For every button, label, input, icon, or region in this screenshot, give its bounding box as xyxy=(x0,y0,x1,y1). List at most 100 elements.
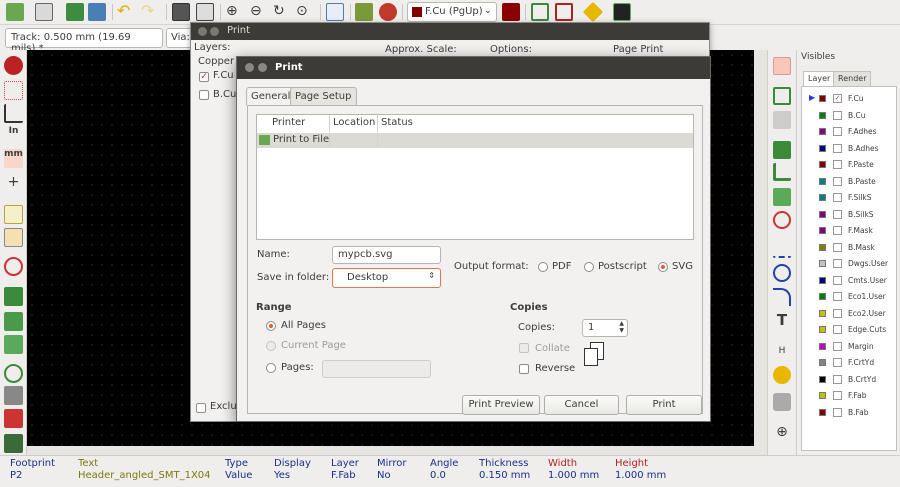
layer-color-swatch[interactable] xyxy=(819,194,826,201)
layer-color-swatch[interactable] xyxy=(819,276,826,284)
all-pages-radio[interactable] xyxy=(266,321,276,331)
auto-delete-tracks-icon[interactable] xyxy=(4,257,23,276)
close-icon[interactable] xyxy=(245,63,254,72)
drc-icon[interactable] xyxy=(379,3,397,21)
layer-row[interactable]: Dwgs.User xyxy=(802,256,898,272)
column-header-printer[interactable]: Printer xyxy=(272,117,305,128)
local-ratsnest-icon[interactable] xyxy=(773,111,791,129)
layer-color-swatch[interactable] xyxy=(819,144,826,152)
warning-icon[interactable] xyxy=(582,1,604,23)
layer-visibility-checkbox[interactable] xyxy=(833,292,842,301)
zoom-fit-icon[interactable]: ⊙ xyxy=(296,3,314,21)
set-origin-icon[interactable]: ⊕ xyxy=(773,423,791,441)
active-layer-select[interactable]: F.Cu (PgUp) ⌄ xyxy=(407,2,497,22)
redraw-icon[interactable]: ↻ xyxy=(273,3,291,21)
layer-visibility-checkbox[interactable] xyxy=(833,308,842,318)
netlist-icon[interactable] xyxy=(355,3,373,21)
layer-color-swatch[interactable] xyxy=(819,309,826,317)
layer-row[interactable]: Eco1.User xyxy=(802,289,898,305)
layer-color-swatch[interactable] xyxy=(819,227,826,234)
spinner-arrows-icon[interactable]: ▲ ▼ xyxy=(619,320,624,334)
tab-render[interactable]: Render xyxy=(833,71,872,86)
layer-visibility-checkbox[interactable] xyxy=(833,374,842,384)
tab-layer[interactable]: Layer xyxy=(803,71,836,86)
save-icon[interactable] xyxy=(6,3,24,21)
grid-icon[interactable] xyxy=(531,3,549,21)
file-name-input[interactable]: mypcb.svg xyxy=(332,246,441,264)
layer-row[interactable]: F.Paste xyxy=(802,157,898,173)
zones-outline-icon[interactable] xyxy=(4,335,23,354)
auto-route-icon[interactable] xyxy=(502,3,520,21)
add-target-icon[interactable] xyxy=(773,366,791,384)
print-preview-button[interactable]: Print Preview xyxy=(462,395,540,415)
cancel-button[interactable]: Cancel xyxy=(544,395,619,415)
layer-color-swatch[interactable] xyxy=(819,375,826,383)
layer-visibility-checkbox[interactable] xyxy=(833,242,842,252)
layer-visibility-checkbox[interactable] xyxy=(833,407,842,417)
zoom-out-icon[interactable]: ⊖ xyxy=(250,3,268,21)
layer-color-swatch[interactable] xyxy=(819,177,826,185)
layer-fcu-checkbox[interactable]: ✓ xyxy=(199,72,209,82)
layer-row[interactable]: Margin xyxy=(802,339,898,355)
cursor-shape-icon[interactable]: + xyxy=(4,173,23,192)
layer-visibility-checkbox[interactable] xyxy=(833,391,842,400)
module-ratsnest-icon[interactable] xyxy=(4,228,23,247)
footprint-editor-icon[interactable] xyxy=(66,3,84,21)
page-settings-icon[interactable] xyxy=(35,3,53,21)
layer-row[interactable]: B.Cu xyxy=(802,108,898,124)
layer-row[interactable]: B.CrtYd xyxy=(802,372,898,388)
format-postscript-radio[interactable] xyxy=(584,262,594,272)
add-zone-icon[interactable] xyxy=(773,188,791,206)
polar-coords-icon[interactable] xyxy=(4,104,23,123)
layer-row[interactable]: F.Adhes xyxy=(802,124,898,140)
layer-color-swatch[interactable] xyxy=(819,392,826,399)
layer-visibility-checkbox[interactable] xyxy=(833,341,842,351)
undo-icon[interactable]: ↶ xyxy=(117,3,135,21)
layer-row[interactable]: F.CrtYd xyxy=(802,355,898,371)
add-graphic-line-icon[interactable] xyxy=(773,240,791,258)
delete-icon[interactable] xyxy=(773,393,791,411)
layer-bcu-checkbox[interactable] xyxy=(199,90,209,100)
layer-row[interactable]: B.Mask xyxy=(802,240,898,256)
layer-visibility-checkbox[interactable] xyxy=(833,226,842,235)
table-row[interactable]: Print to File xyxy=(257,133,693,148)
add-footprint-icon[interactable] xyxy=(773,141,791,159)
layer-visibility-checkbox[interactable] xyxy=(833,358,842,367)
layer-visibility-checkbox[interactable] xyxy=(833,127,842,136)
layer-visibility-checkbox[interactable] xyxy=(833,193,842,202)
layer-color-swatch[interactable] xyxy=(819,95,826,102)
layer-row[interactable]: Edge.Cuts xyxy=(802,322,898,338)
find-icon[interactable] xyxy=(326,3,344,21)
layer-color-swatch[interactable] xyxy=(819,161,826,168)
layer-visibility-checkbox[interactable]: ✓ xyxy=(833,94,842,103)
tracks-sketch-icon[interactable] xyxy=(4,409,23,428)
layer-color-swatch[interactable] xyxy=(819,326,826,333)
layer-color-swatch[interactable] xyxy=(819,243,826,251)
plot-icon[interactable] xyxy=(196,3,214,21)
route-track-icon[interactable] xyxy=(773,163,791,181)
vias-sketch-icon[interactable] xyxy=(4,386,23,405)
layer-row[interactable]: F.Mask xyxy=(802,223,898,239)
zoom-in-icon[interactable]: ⊕ xyxy=(226,3,244,21)
layer-row[interactable]: B.Adhes xyxy=(802,141,898,157)
layer-visibility-checkbox[interactable] xyxy=(833,275,842,285)
close-icon[interactable] xyxy=(198,27,207,36)
layer-visibility-checkbox[interactable] xyxy=(833,110,842,120)
show-zones-icon[interactable] xyxy=(4,287,23,306)
layer-visibility-checkbox[interactable] xyxy=(833,160,842,169)
pages-radio[interactable] xyxy=(266,363,276,373)
vertical-scrollbar[interactable] xyxy=(754,50,767,446)
layer-row[interactable]: Cmts.User xyxy=(802,273,898,289)
layer-visibility-checkbox[interactable] xyxy=(833,143,842,153)
print-button[interactable]: Print xyxy=(626,395,702,415)
inch-units-icon[interactable]: In xyxy=(4,126,23,145)
add-arc-icon[interactable] xyxy=(773,288,791,306)
layer-row[interactable]: F.SilkS xyxy=(802,190,898,206)
horizontal-scrollbar[interactable] xyxy=(27,446,767,455)
reverse-checkbox[interactable] xyxy=(519,364,529,374)
column-header-location[interactable]: Location xyxy=(333,117,375,128)
zones-disabled-icon[interactable] xyxy=(4,312,23,331)
copies-spinner[interactable]: 1 ▲ ▼ xyxy=(582,319,628,337)
layer-color-swatch[interactable] xyxy=(819,111,826,119)
layer-visibility-checkbox[interactable] xyxy=(833,209,842,219)
